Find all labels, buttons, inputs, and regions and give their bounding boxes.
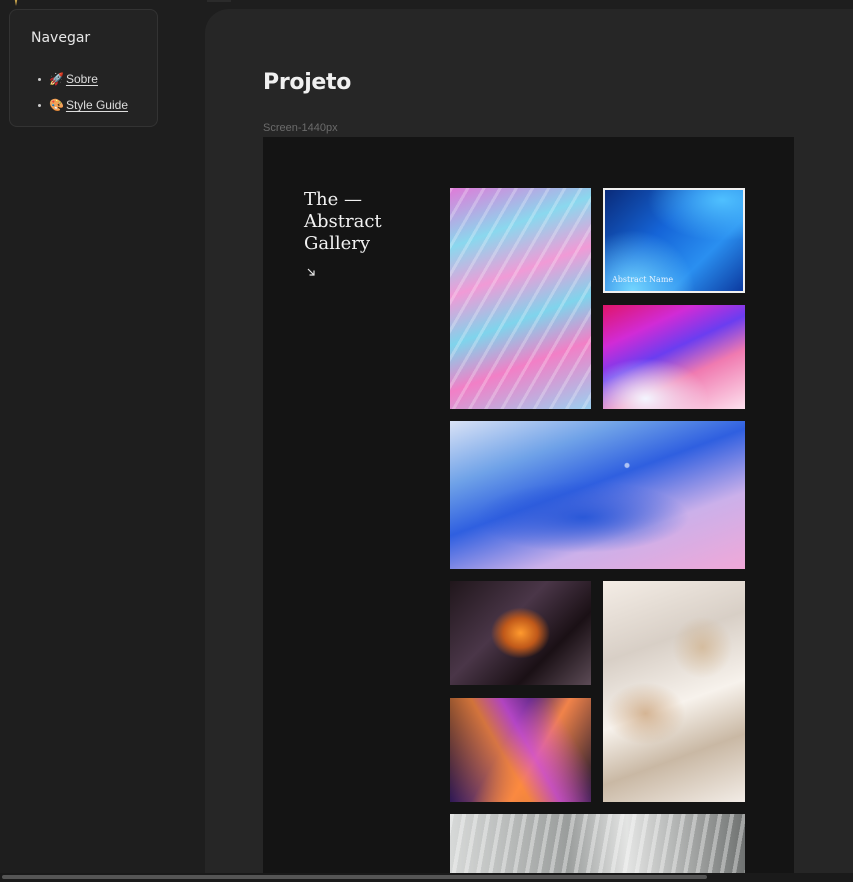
bullet-icon xyxy=(38,103,41,107)
pin-icon xyxy=(14,0,18,6)
scrollbar-thumb[interactable] xyxy=(2,875,707,879)
bullet-icon xyxy=(38,77,41,81)
nav-link-label: Style Guide xyxy=(65,98,128,112)
rocket-icon: 🚀 xyxy=(49,72,64,86)
gallery-image-light-streaks[interactable] xyxy=(450,698,591,802)
nav-link-label: Sobre xyxy=(65,72,98,86)
nav-link-sobre[interactable]: 🚀 Sobre xyxy=(49,72,98,86)
gallery-heading-line: Gallery xyxy=(304,233,371,254)
nav-item-sobre: 🚀 Sobre xyxy=(31,66,157,92)
top-tab-indicator xyxy=(207,0,231,2)
frame-label[interactable]: Screen-1440px xyxy=(263,122,338,134)
navigation-list: 🚀 Sobre 🎨 Style Guide xyxy=(31,66,157,118)
gallery-image-blue-waves[interactable]: Abstract Name xyxy=(603,188,745,293)
gallery-image-grey-brush[interactable] xyxy=(450,814,745,882)
gallery-image-pink-blue-marble[interactable] xyxy=(450,188,591,409)
gallery-image-magenta-gradient[interactable] xyxy=(603,305,745,409)
gallery-image-blue-fluid[interactable] xyxy=(450,421,745,569)
screen-frame[interactable]: The — Abstract Gallery Abstract Name xyxy=(263,137,794,882)
image-caption: Abstract Name xyxy=(612,275,674,284)
gallery-image-white-gold-marble[interactable] xyxy=(603,581,745,802)
navigation-card: Navegar 🚀 Sobre 🎨 Style Guide xyxy=(9,9,158,127)
horizontal-scrollbar[interactable] xyxy=(0,873,853,882)
arrow-down-right-icon[interactable] xyxy=(306,267,316,277)
gallery-image-orange-swirl[interactable] xyxy=(450,581,591,685)
gallery-heading: The — Abstract Gallery xyxy=(304,189,414,255)
palette-icon: 🎨 xyxy=(49,98,64,112)
gallery-heading-line: The — xyxy=(304,189,362,210)
page-title: Projeto xyxy=(263,70,352,95)
nav-link-style-guide[interactable]: 🎨 Style Guide xyxy=(49,98,128,112)
navigation-title: Navegar xyxy=(31,30,91,46)
gallery-heading-line: Abstract xyxy=(304,211,382,232)
nav-item-style-guide: 🎨 Style Guide xyxy=(31,92,157,118)
